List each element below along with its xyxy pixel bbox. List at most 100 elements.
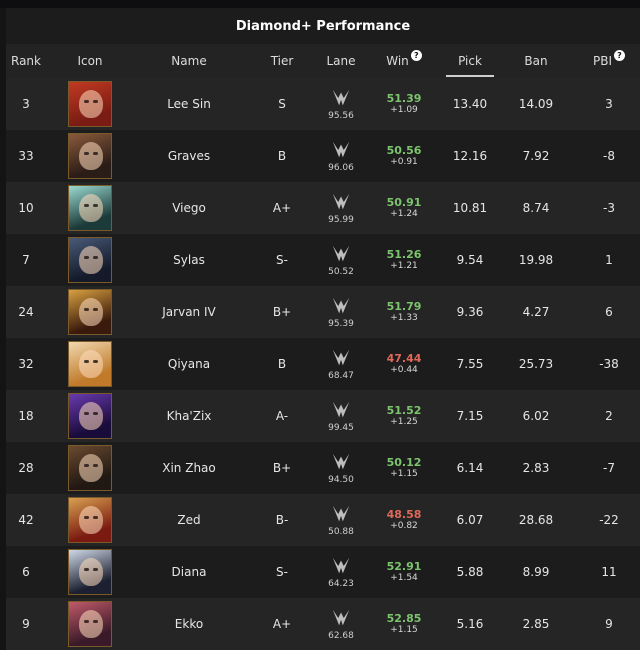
zed-icon[interactable]: [68, 497, 112, 543]
lane-cell: 95.99: [320, 191, 362, 225]
diana-icon[interactable]: [68, 549, 112, 595]
ban-rate: 14.09: [518, 97, 554, 111]
header-win[interactable]: Win ?: [362, 49, 446, 68]
win-cell: 48.58 +0.82: [362, 508, 446, 532]
champion-name[interactable]: Zed: [134, 513, 244, 527]
win-delta: +1.21: [390, 261, 418, 272]
pbi-help-icon[interactable]: ?: [614, 49, 625, 61]
pick-rate: 5.16: [456, 617, 484, 631]
rank-cell: 3: [22, 97, 30, 111]
table-row[interactable]: 24 Jarvan IV B+ 95.39 51.79 +1.33 9.36 4.27 6: [6, 286, 640, 338]
pick-rate: 12.16: [452, 149, 488, 163]
rank-cell: 42: [18, 513, 34, 527]
icon-cell: [46, 289, 134, 335]
lane-value: 95.39: [328, 319, 354, 329]
icon-cell: [46, 497, 134, 543]
graves-icon[interactable]: [68, 133, 112, 179]
table-row[interactable]: 9 Ekko A+ 62.68 52.85 +1.15 5.16 2.85 9: [6, 598, 640, 650]
win-rate: 51.52: [386, 403, 422, 417]
table-row[interactable]: 10 Viego A+ 95.99 50.91 +1.24 10.81 8.74 -3: [6, 182, 640, 234]
win-cell: 50.91 +1.24: [362, 196, 446, 220]
lane-value: 62.68: [328, 631, 354, 641]
jungle-lane-icon: [330, 87, 352, 112]
table-row[interactable]: 7 Sylas S- 50.52 51.26 +1.21 9.54 19.98 1: [6, 234, 640, 286]
jungle-lane-icon: [330, 295, 352, 320]
champion-name[interactable]: Kha'Zix: [134, 409, 244, 423]
win-delta: +1.33: [390, 313, 418, 324]
win-cell: 50.56 +0.91: [362, 143, 446, 168]
jarvan-iv-icon[interactable]: [68, 289, 112, 335]
table-row[interactable]: 28 Xin Zhao B+ 94.50 50.12 +1.15 6.14 2.83 -7: [6, 442, 640, 494]
champion-name[interactable]: Viego: [134, 201, 244, 215]
tier-cell: B-: [275, 513, 289, 527]
header-rank[interactable]: Rank: [6, 54, 46, 68]
table-row[interactable]: 33 Graves B 96.06 50.56 +0.91 12.16 7.92 -8: [6, 130, 640, 182]
champion-name[interactable]: Qiyana: [134, 357, 244, 371]
pbi-value: 9: [605, 617, 613, 631]
win-rate: 47.44: [386, 351, 422, 365]
champion-name[interactable]: Lee Sin: [134, 97, 244, 111]
champion-name[interactable]: Graves: [134, 149, 244, 163]
khazix-icon[interactable]: [68, 393, 112, 439]
win-rate: 50.56: [386, 143, 422, 157]
table-row[interactable]: 3 Lee Sin S 95.56 51.39 +1.09 13.40 14.09 3: [6, 78, 640, 130]
header-name[interactable]: Name: [134, 54, 244, 68]
lane-cell: 96.06: [320, 139, 362, 173]
tier-cell: B: [277, 149, 287, 163]
pick-rate: 9.36: [456, 305, 484, 319]
lane-cell: 95.39: [320, 295, 362, 329]
jungle-lane-icon: [330, 347, 352, 372]
icon-cell: [46, 133, 134, 179]
icon-cell: [46, 601, 134, 647]
header-pbi[interactable]: PBI ?: [578, 49, 640, 68]
win-cell: 51.39 +1.09: [362, 91, 446, 116]
rank-cell: 24: [18, 305, 34, 319]
header-lane[interactable]: Lane: [320, 54, 362, 68]
champion-name[interactable]: Diana: [134, 565, 244, 579]
ban-rate: 7.92: [522, 149, 550, 163]
pbi-value: -8: [603, 149, 615, 163]
table-row[interactable]: 42 Zed B- 50.88 48.58 +0.82 6.07 28.68 -22: [6, 494, 640, 546]
champion-name[interactable]: Ekko: [134, 617, 244, 631]
lane-cell: 62.68: [320, 607, 362, 641]
header-tier[interactable]: Tier: [244, 54, 320, 68]
table-row[interactable]: 6 Diana S- 64.23 52.91 +1.54 5.88 8.99 11: [6, 546, 640, 598]
xin-zhao-icon[interactable]: [68, 445, 112, 491]
win-help-icon[interactable]: ?: [410, 49, 422, 61]
qiyana-icon[interactable]: [68, 341, 112, 387]
champion-name[interactable]: Sylas: [134, 253, 244, 267]
lane-cell: 50.88: [320, 503, 362, 537]
lane-value: 68.47: [328, 371, 354, 381]
header-pick[interactable]: Pick: [446, 54, 494, 68]
win-delta: +0.82: [390, 521, 418, 532]
performance-panel: Diamond+ Performance Rank Icon Name Tier…: [6, 8, 640, 650]
icon-cell: [46, 81, 134, 127]
viego-icon[interactable]: [68, 185, 112, 231]
lee-sin-icon[interactable]: [68, 81, 112, 127]
pick-rate: 7.55: [456, 357, 484, 371]
jungle-lane-icon: [330, 191, 352, 216]
ekko-icon[interactable]: [68, 601, 112, 647]
pick-rate: 10.81: [452, 201, 488, 215]
top-strip: [0, 0, 640, 8]
rank-cell: 33: [18, 149, 34, 163]
table-row[interactable]: 18 Kha'Zix A- 99.45 51.52 +1.25 7.15 6.02 2: [6, 390, 640, 442]
pick-rate: 7.15: [456, 409, 484, 423]
header-ban[interactable]: Ban: [494, 54, 578, 68]
lane-value: 95.99: [328, 215, 354, 225]
sylas-icon[interactable]: [68, 237, 112, 283]
win-rate: 51.39: [386, 91, 422, 105]
tier-cell: A-: [275, 409, 289, 423]
icon-cell: [46, 393, 134, 439]
icon-cell: [46, 549, 134, 595]
win-rate: 50.12: [386, 455, 422, 469]
ban-rate: 28.68: [518, 513, 554, 527]
champion-name[interactable]: Jarvan IV: [134, 305, 244, 319]
lane-cell: 99.45: [320, 399, 362, 433]
jungle-lane-icon: [330, 607, 352, 632]
icon-cell: [46, 341, 134, 387]
lane-cell: 95.56: [320, 87, 362, 121]
rank-cell: 32: [18, 357, 34, 371]
champion-name[interactable]: Xin Zhao: [134, 461, 244, 475]
table-row[interactable]: 32 Qiyana B 68.47 47.44 +0.44 7.55 25.73 -38: [6, 338, 640, 390]
